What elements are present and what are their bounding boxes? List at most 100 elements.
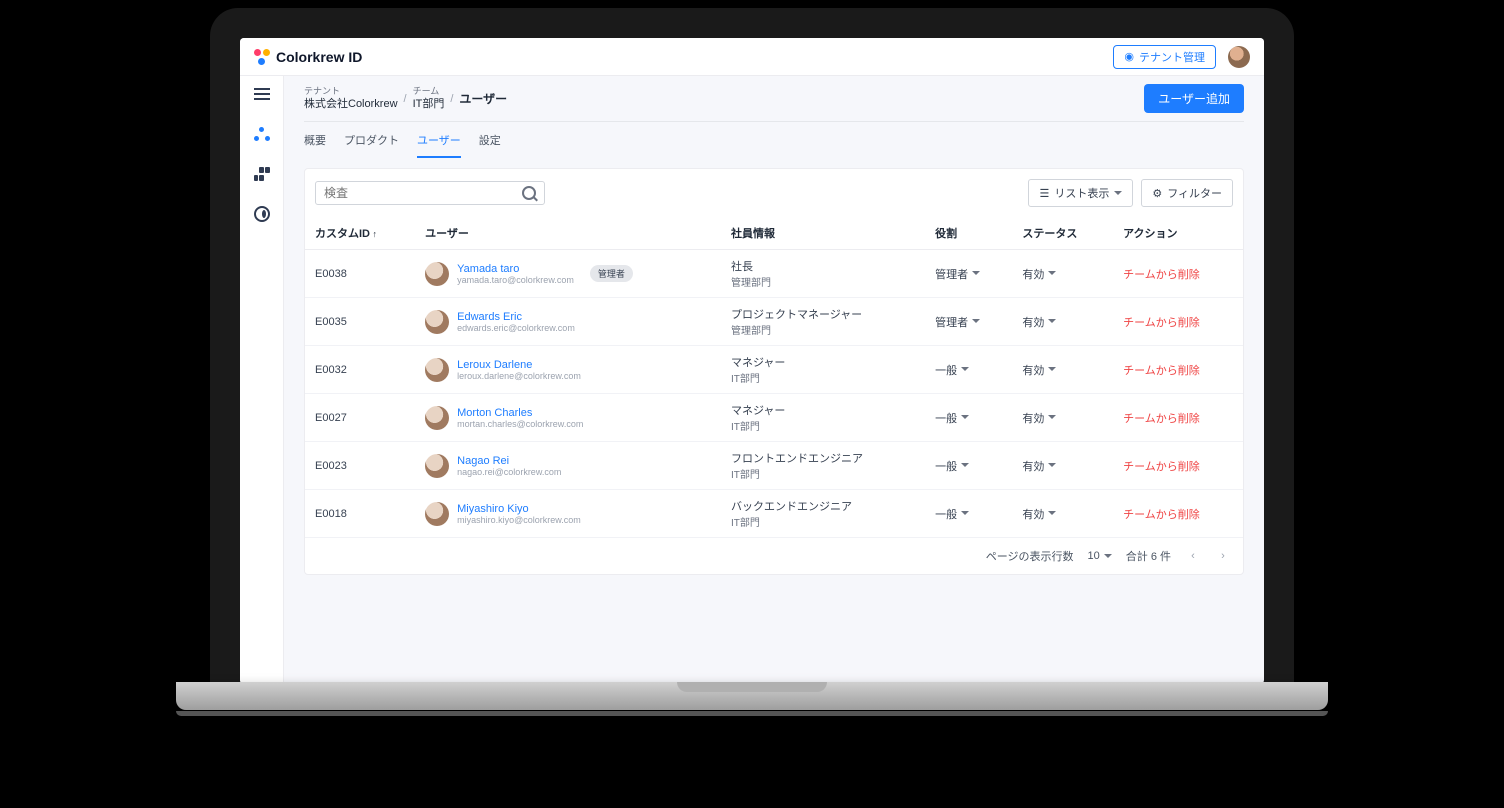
filter-button[interactable]: ⚙ フィルター <box>1141 179 1233 207</box>
status-select[interactable]: 有効 <box>1022 266 1056 282</box>
remove-from-team-button[interactable]: チームから削除 <box>1123 365 1200 377</box>
col-action[interactable]: アクション <box>1113 217 1243 250</box>
status-select[interactable]: 有効 <box>1022 362 1056 378</box>
chevron-down-icon <box>1048 511 1056 519</box>
avatar[interactable] <box>1228 46 1250 68</box>
brand-name: Colorkrew ID <box>276 49 362 65</box>
avatar <box>425 262 449 286</box>
col-role[interactable]: 役割 <box>925 217 1012 250</box>
remove-from-team-button[interactable]: チームから削除 <box>1123 461 1200 473</box>
tenant-management-button[interactable]: ◉ テナント管理 <box>1113 45 1216 69</box>
status-select[interactable]: 有効 <box>1022 506 1056 522</box>
user-email: mortan.charles@colorkrew.com <box>457 419 583 429</box>
chevron-down-icon <box>1048 271 1056 279</box>
user-name-link[interactable]: Morton Charles <box>457 407 583 419</box>
pagination: ページの表示行数 10 合計 6 件 ‹ › <box>305 538 1243 574</box>
rows-per-page-label: ページの表示行数 <box>986 548 1074 564</box>
total-count: 合計 6 件 <box>1126 548 1171 564</box>
logo-icon <box>254 49 270 65</box>
user-table-card: ☰ リスト表示 ⚙ フィルター <box>304 168 1244 575</box>
chevron-down-icon <box>1048 463 1056 471</box>
user-email: leroux.darlene@colorkrew.com <box>457 371 581 381</box>
search-box <box>315 181 545 205</box>
remove-from-team-button[interactable]: チームから削除 <box>1123 269 1200 281</box>
emp-dept: 管理部門 <box>731 274 915 289</box>
col-custom-id[interactable]: カスタムID <box>305 217 415 250</box>
sidebar <box>240 76 284 684</box>
user-email: yamada.taro@colorkrew.com <box>457 275 574 285</box>
user-name-link[interactable]: Yamada taro <box>457 263 574 275</box>
remove-from-team-button[interactable]: チームから削除 <box>1123 317 1200 329</box>
rows-value: 10 <box>1088 550 1100 562</box>
sidebar-item-org[interactable] <box>252 164 272 184</box>
table-row: E0038 Yamada taroyamada.taro@colorkrew.co… <box>305 250 1243 298</box>
user-name-link[interactable]: Edwards Eric <box>457 311 575 323</box>
tab-overview[interactable]: 概要 <box>304 132 326 158</box>
sidebar-item-home[interactable] <box>252 124 272 144</box>
view-toggle-button[interactable]: ☰ リスト表示 <box>1028 179 1133 207</box>
col-status[interactable]: ステータス <box>1012 217 1113 250</box>
chevron-down-icon <box>961 463 969 471</box>
status-select[interactable]: 有効 <box>1022 458 1056 474</box>
col-user[interactable]: ユーザー <box>415 217 721 250</box>
remove-from-team-button[interactable]: チームから削除 <box>1123 509 1200 521</box>
shield-icon: ◉ <box>1124 50 1134 63</box>
role-select[interactable]: 管理者 <box>935 266 980 282</box>
table-row: E0027 Morton Charlesmortan.charles@colork… <box>305 394 1243 442</box>
search-icon[interactable] <box>522 186 536 200</box>
breadcrumb-tenant[interactable]: テナント 株式会社Colorkrew <box>304 86 398 112</box>
tab-product[interactable]: プロダクト <box>344 132 399 158</box>
view-label: リスト表示 <box>1054 185 1109 201</box>
role-select[interactable]: 一般 <box>935 410 969 426</box>
tab-users[interactable]: ユーザー <box>417 132 461 158</box>
chevron-down-icon <box>972 319 980 327</box>
admin-badge: 管理者 <box>590 265 633 282</box>
remove-from-team-button[interactable]: チームから削除 <box>1123 413 1200 425</box>
filter-icon: ⚙ <box>1152 187 1162 200</box>
breadcrumb-label-1: テナント <box>304 86 398 98</box>
avatar <box>425 358 449 382</box>
status-select[interactable]: 有効 <box>1022 314 1056 330</box>
table-row: E0032Leroux Darleneleroux.darlene@colork… <box>305 346 1243 394</box>
cell-id: E0038 <box>305 250 415 298</box>
role-select[interactable]: 一般 <box>935 362 969 378</box>
emp-dept: IT部門 <box>731 418 915 433</box>
cell-id: E0023 <box>305 442 415 490</box>
role-select[interactable]: 一般 <box>935 458 969 474</box>
sidebar-item-globe[interactable] <box>252 204 272 224</box>
user-email: nagao.rei@colorkrew.com <box>457 467 561 477</box>
prev-page-button[interactable]: ‹ <box>1185 548 1201 564</box>
topbar: Colorkrew ID ◉ テナント管理 <box>240 38 1264 76</box>
rows-per-page-select[interactable]: 10 <box>1088 550 1112 562</box>
breadcrumb-label-2: チーム <box>413 86 445 98</box>
role-select[interactable]: 管理者 <box>935 314 980 330</box>
emp-title: フロントエンドエンジニア <box>731 450 915 466</box>
emp-dept: IT部門 <box>731 370 915 385</box>
add-user-button[interactable]: ユーザー追加 <box>1144 84 1244 113</box>
chevron-down-icon <box>1048 367 1056 375</box>
avatar <box>425 502 449 526</box>
user-name-link[interactable]: Miyashiro Kiyo <box>457 503 581 515</box>
user-name-link[interactable]: Nagao Rei <box>457 455 561 467</box>
chevron-down-icon <box>1048 415 1056 423</box>
breadcrumb-current: ユーザー <box>459 90 507 107</box>
breadcrumb-separator: / <box>450 93 453 105</box>
breadcrumb-team[interactable]: チーム IT部門 <box>413 86 445 112</box>
cell-id: E0018 <box>305 490 415 538</box>
table-row: E0023 Nagao Reinagao.rei@colorkrew.com フロン… <box>305 442 1243 490</box>
emp-title: プロジェクトマネージャー <box>731 306 915 322</box>
brand-logo[interactable]: Colorkrew ID <box>254 49 362 65</box>
menu-icon[interactable] <box>252 84 272 104</box>
cell-id: E0027 <box>305 394 415 442</box>
search-input[interactable] <box>324 186 522 200</box>
role-select[interactable]: 一般 <box>935 506 969 522</box>
user-table: カスタムID ユーザー 社員情報 役割 ステータス アクション E0038 Yam… <box>305 217 1243 538</box>
user-name-link[interactable]: Leroux Darlene <box>457 359 581 371</box>
tenant-button-label: テナント管理 <box>1139 49 1205 65</box>
col-emp[interactable]: 社員情報 <box>721 217 925 250</box>
tab-settings[interactable]: 設定 <box>479 132 501 158</box>
next-page-button[interactable]: › <box>1215 548 1231 564</box>
breadcrumb-value-1: 株式会社Colorkrew <box>304 97 398 111</box>
user-email: miyashiro.kiyo@colorkrew.com <box>457 515 581 525</box>
status-select[interactable]: 有効 <box>1022 410 1056 426</box>
